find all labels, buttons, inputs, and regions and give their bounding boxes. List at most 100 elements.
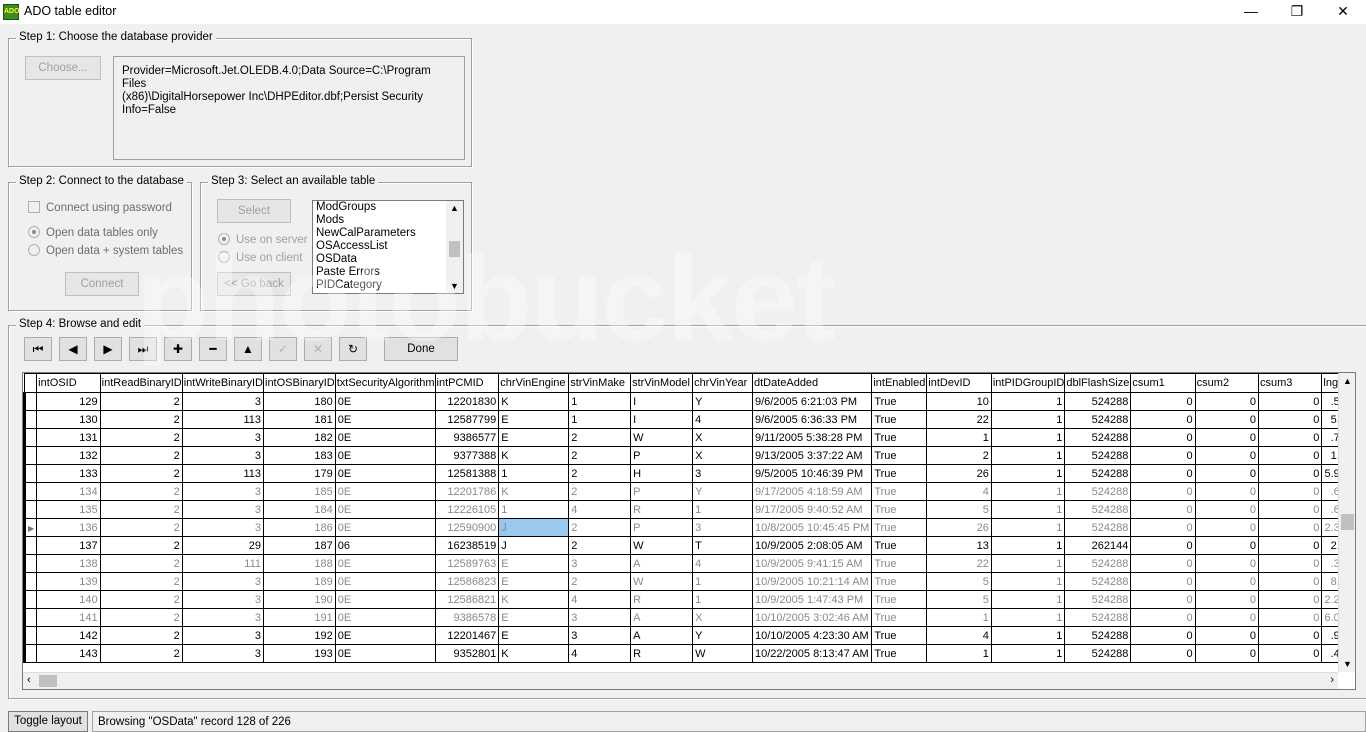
last-record-button[interactable]: ⏭: [129, 337, 157, 361]
grid-cell[interactable]: 136: [36, 518, 101, 537]
grid-cell[interactable]: 524288: [1064, 572, 1132, 591]
grid-cell[interactable]: 143: [36, 644, 101, 663]
grid-cell[interactable]: 2: [99, 500, 183, 519]
grid-cell[interactable]: 3: [181, 428, 265, 447]
grid-cell[interactable]: 113: [181, 464, 265, 483]
grid-cell[interactable]: W: [692, 644, 753, 663]
grid-cell[interactable]: 134: [36, 482, 101, 501]
grid-cell[interactable]: W: [630, 536, 694, 555]
table-listbox[interactable]: ModGroups Mods NewCalParameters OSAccess…: [312, 200, 464, 294]
grid-cell[interactable]: 0: [1258, 410, 1323, 429]
grid-cell[interactable]: 0E: [334, 410, 436, 429]
grid-cell[interactable]: 9/13/2005 3:37:22 AM: [751, 446, 873, 465]
grid-cell[interactable]: 187: [263, 536, 336, 555]
grid-cell[interactable]: I: [630, 410, 694, 429]
grid-cell[interactable]: 2: [99, 428, 183, 447]
grid-cell[interactable]: 4: [926, 626, 992, 645]
column-header[interactable]: intOSBinaryID: [263, 373, 336, 393]
grid-cell[interactable]: 188: [263, 554, 336, 573]
grid-cell[interactable]: 0: [1258, 608, 1323, 627]
grid-cell[interactable]: 1: [692, 500, 753, 519]
grid-cell[interactable]: 2: [99, 626, 183, 645]
grid-cell[interactable]: 186: [263, 518, 336, 537]
grid-cell[interactable]: 0: [1194, 428, 1260, 447]
grid-cell[interactable]: True: [871, 428, 928, 447]
grid-horizontal-scrollbar[interactable]: ‹ ›: [23, 672, 1338, 689]
cancel-edit-button[interactable]: ✕: [304, 337, 332, 361]
grid-cell[interactable]: W: [630, 572, 694, 591]
grid-cell[interactable]: 0: [1258, 500, 1323, 519]
list-item[interactable]: OSData: [313, 253, 463, 266]
grid-cell[interactable]: 1: [926, 644, 992, 663]
grid-cell[interactable]: 191: [263, 608, 336, 627]
grid-cell[interactable]: 1: [990, 590, 1066, 609]
table-row[interactable]: 137 2 29 187 06 16238519 J 2 W T 10/9/2005 2:08:05…: [23, 536, 1355, 555]
grid-cell[interactable]: 0: [1130, 626, 1196, 645]
grid-cell[interactable]: 2: [99, 590, 183, 609]
grid-cell[interactable]: 0E: [334, 518, 436, 537]
grid-cell[interactable]: P: [630, 446, 694, 465]
column-header[interactable]: chrVinYear: [692, 373, 753, 393]
next-record-button[interactable]: ▶: [94, 337, 122, 361]
grid-cell[interactable]: 0: [1258, 554, 1323, 573]
grid-cell[interactable]: 4: [926, 482, 992, 501]
grid-cell[interactable]: 138: [36, 554, 101, 573]
data-grid[interactable]: intOSID intReadBinaryID intWriteBinaryID in…: [22, 372, 1356, 690]
grid-cell[interactable]: 2: [99, 446, 183, 465]
table-row[interactable]: 139 2 3 189 0E 12586823 E 2 W 1 10/9/2005 10:21:14…: [23, 572, 1355, 591]
grid-cell[interactable]: 10: [926, 392, 992, 411]
grid-cell[interactable]: 9386577: [434, 428, 500, 447]
table-row[interactable]: 134 2 3 185 0E 12201786 K 2 P Y 9/17/2005 4:18:59 …: [23, 482, 1355, 501]
grid-cell[interactable]: P: [630, 482, 694, 501]
grid-cell[interactable]: 9/5/2005 10:46:39 PM: [751, 464, 873, 483]
grid-cell[interactable]: 12589763: [434, 554, 500, 573]
grid-cell[interactable]: 9/6/2005 6:21:03 PM: [751, 392, 873, 411]
table-row[interactable]: 143 2 3 193 0E 9352801 K 4 R W 10/22/2005 8:13:47 …: [23, 644, 1355, 663]
grid-cell[interactable]: 16238519: [434, 536, 500, 555]
grid-cell[interactable]: 1: [990, 464, 1066, 483]
column-header[interactable]: chrVinEngine: [498, 373, 570, 393]
grid-cell[interactable]: 0E: [334, 392, 436, 411]
prev-record-button[interactable]: ◀: [59, 337, 87, 361]
close-button[interactable]: ✕: [1320, 0, 1366, 24]
grid-cell[interactable]: 12581388: [434, 464, 500, 483]
grid-cell[interactable]: True: [871, 608, 928, 627]
grid-cell[interactable]: 22: [926, 410, 992, 429]
grid-cell[interactable]: True: [871, 590, 928, 609]
grid-cell[interactable]: 0: [1130, 518, 1196, 537]
grid-cell[interactable]: 1: [568, 410, 632, 429]
grid-cell[interactable]: 2: [568, 518, 632, 537]
grid-cell[interactable]: 06: [334, 536, 436, 555]
grid-cell[interactable]: 0: [1130, 446, 1196, 465]
grid-cell[interactable]: 0: [1258, 590, 1323, 609]
column-header[interactable]: intWriteBinaryID: [181, 373, 265, 393]
grid-cell[interactable]: 0: [1130, 410, 1196, 429]
row-selector[interactable]: [23, 464, 38, 483]
grid-cell[interactable]: X: [692, 428, 753, 447]
grid-cell[interactable]: True: [871, 410, 928, 429]
column-header[interactable]: dblFlashSize: [1064, 373, 1132, 393]
grid-cell[interactable]: True: [871, 518, 928, 537]
grid-cell[interactable]: 137: [36, 536, 101, 555]
column-header[interactable]: csum1: [1130, 373, 1196, 393]
grid-cell[interactable]: 3: [181, 590, 265, 609]
grid-cell[interactable]: E: [498, 554, 570, 573]
grid-cell[interactable]: 192: [263, 626, 336, 645]
scroll-up-icon[interactable]: ▲: [1343, 376, 1352, 386]
grid-cell[interactable]: 524288: [1064, 428, 1132, 447]
grid-cell[interactable]: 0: [1258, 572, 1323, 591]
use-server-radio[interactable]: Use on server: [218, 233, 308, 246]
grid-cell[interactable]: 0E: [334, 464, 436, 483]
grid-cell[interactable]: 1: [498, 500, 570, 519]
grid-cell[interactable]: A: [630, 626, 694, 645]
grid-cell[interactable]: 0E: [334, 428, 436, 447]
table-row[interactable]: 141 2 3 191 0E 9386578 E 3 A X 10/10/2005 3:02:46 …: [23, 608, 1355, 627]
column-header[interactable]: intPCMID: [434, 373, 500, 393]
grid-cell[interactable]: 0: [1258, 518, 1323, 537]
grid-cell[interactable]: A: [630, 554, 694, 573]
table-row[interactable]: 133 2 113 179 0E 12581388 1 2 H 3 9/5/2005 10:46:3…: [23, 464, 1355, 483]
grid-cell[interactable]: 524288: [1064, 410, 1132, 429]
grid-cell[interactable]: A: [630, 608, 694, 627]
grid-cell[interactable]: 1: [926, 428, 992, 447]
grid-cell[interactable]: 1: [990, 554, 1066, 573]
